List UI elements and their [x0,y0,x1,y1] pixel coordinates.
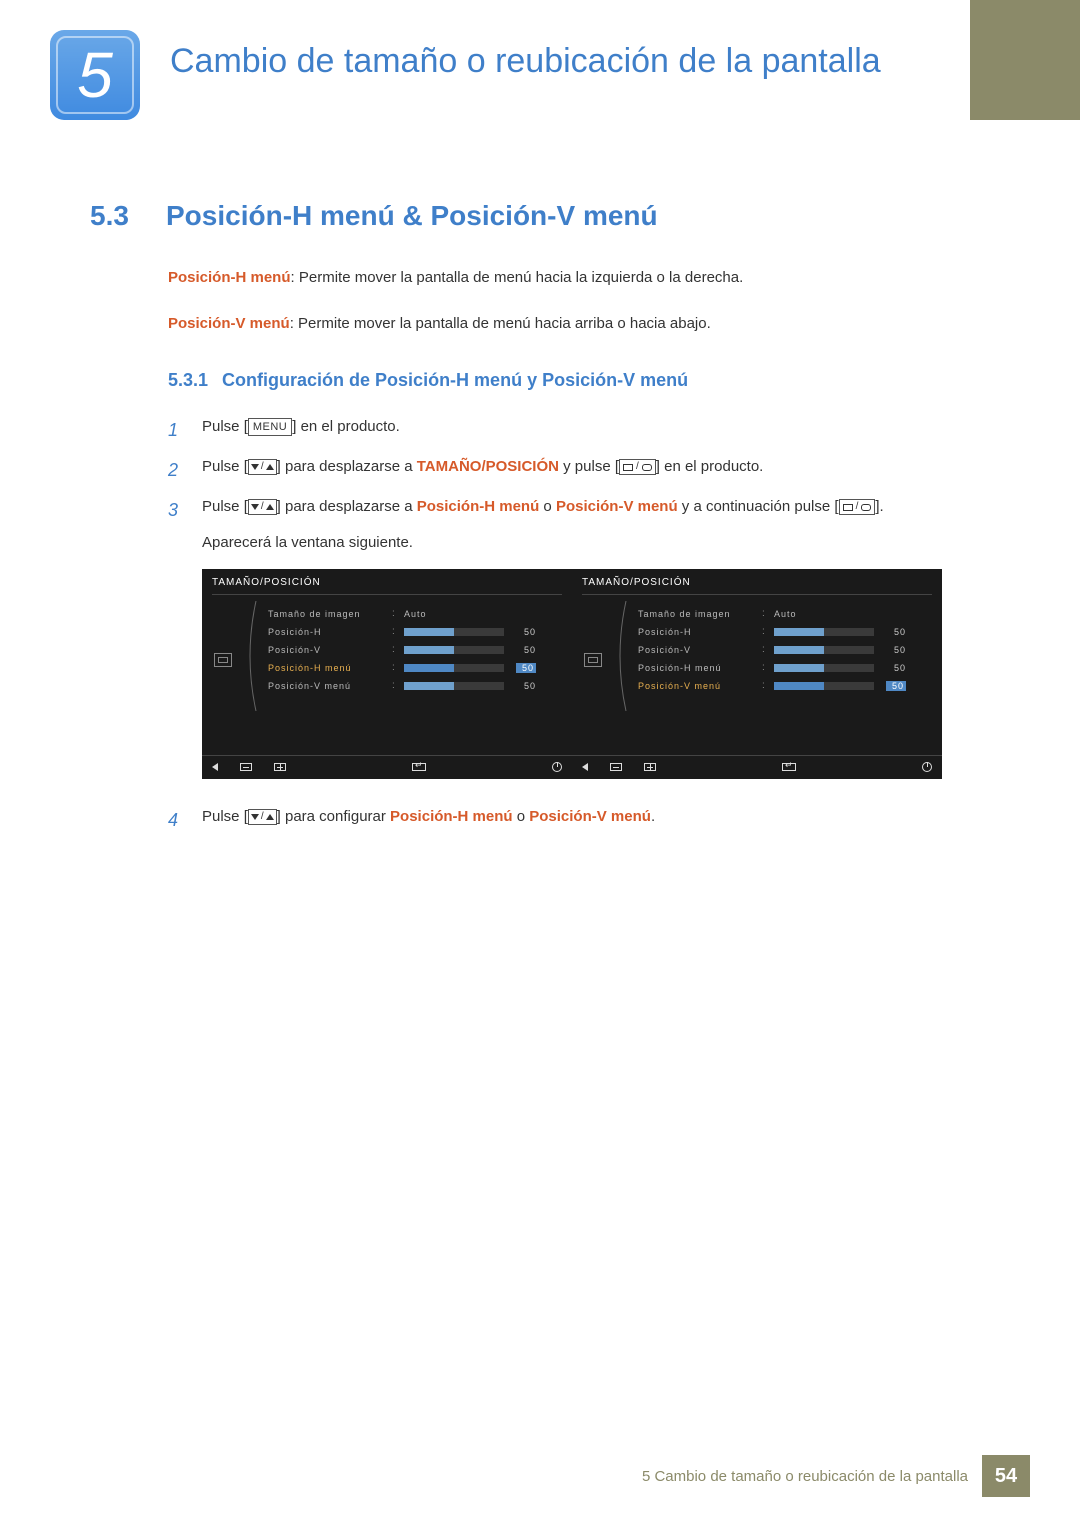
keyword: Posición-H menú [417,498,540,515]
section-title: Posición-H menú & Posición-V menú [166,200,658,232]
keyword: Posición-V menú [556,498,678,515]
step-number: 2 [168,453,186,487]
osd-row-posv: Posición-V:50 [638,641,932,659]
osd-footer-icons [202,755,572,779]
paragraph-posicion-v: Posición-V menú: Permite mover la pantal… [168,312,990,336]
minus-icon [240,763,252,771]
subsection-title: Configuración de Posición-H menú y Posic… [222,370,688,391]
keyword: Posición-H menú [390,808,513,825]
chapter-title: Cambio de tamaño o reubicación de la pan… [170,40,970,83]
step-2: 2 Pulse [/] para desplazarse a TAMAÑO/PO… [168,453,990,487]
osd-title: TAMAÑO/POSICIÓN [212,577,562,595]
page-content: 5.3 Posición-H menú & Posición-V menú Po… [0,140,1080,837]
step-1: 1 Pulse [MENU] en el producto. [168,413,990,447]
osd-footer-icons [572,755,942,779]
step-body: Pulse [/] para desplazarse a Posición-H … [202,493,990,527]
footer-chapter-ref: 5 Cambio de tamaño o reubicación de la p… [642,1468,982,1485]
step-body: Pulse [/] para desplazarse a TAMAÑO/POSI… [202,453,990,487]
subsection-heading: 5.3.1 Configuración de Posición-H menú y… [168,370,990,391]
steps-list-cont: 4 Pulse [/] para configurar Posición-H m… [168,803,990,837]
paragraph-posicion-h: Posición-H menú: Permite mover la pantal… [168,266,990,290]
osd-row-posh-menu-selected: Posición-H menú:50 [268,659,562,677]
steps-list: 1 Pulse [MENU] en el producto. 2 Pulse [… [168,413,990,528]
text: : Permite mover la pantalla de menú haci… [290,315,711,332]
up-down-key-icon: / [248,809,277,825]
enter-source-key-icon: / [619,459,656,475]
note-window-appears: Aparecerá la ventana siguiente. [202,534,990,551]
keyword: Posición-V menú [168,315,290,332]
osd-row-posv-menu: Posición-V menú:50 [268,677,562,695]
step-body: Pulse [/] para configurar Posición-H men… [202,803,990,837]
section-number: 5.3 [90,200,150,232]
osd-panel-v: TAMAÑO/POSICIÓN Tamaño de imagen:Auto Po… [572,569,942,779]
enter-source-key-icon: / [839,499,876,515]
menu-key-icon: MENU [248,418,292,436]
chapter-header: 5 Cambio de tamaño o reubicación de la p… [0,0,1080,140]
power-icon [922,762,932,772]
osd-screenshots: TAMAÑO/POSICIÓN Tamaño de imagen:Auto Po… [202,569,990,779]
enter-icon [782,763,796,771]
step-3: 3 Pulse [/] para desplazarse a Posición-… [168,493,990,527]
back-icon [212,763,218,771]
enter-icon [412,763,426,771]
page-number: 54 [982,1455,1030,1497]
text: : Permite mover la pantalla de menú haci… [291,269,744,286]
osd-panel-h: TAMAÑO/POSICIÓN Tamaño de imagen:Auto Po… [202,569,572,779]
chapter-number: 5 [77,43,113,107]
osd-title: TAMAÑO/POSICIÓN [582,577,932,595]
up-down-key-icon: / [248,459,277,475]
step-number: 1 [168,413,186,447]
step-body: Pulse [MENU] en el producto. [202,413,990,447]
header-accent-stripe [970,0,1080,120]
osd-row-posv-menu-selected: Posición-V menú:50 [638,677,932,695]
osd-row-posh-menu: Posición-H menú:50 [638,659,932,677]
osd-category-icon [212,605,234,695]
osd-row-posh: Posición-H:50 [268,623,562,641]
plus-icon [644,763,656,771]
step-number: 4 [168,803,186,837]
plus-icon [274,763,286,771]
keyword: Posición-H menú [168,269,291,286]
osd-curve-decor [242,605,260,695]
osd-curve-decor [612,605,630,695]
section-heading: 5.3 Posición-H menú & Posición-V menú [90,200,990,232]
osd-row-tamano: Tamaño de imagen:Auto [638,605,932,623]
page-footer: 5 Cambio de tamaño o reubicación de la p… [0,1455,1080,1497]
osd-row-posv: Posición-V:50 [268,641,562,659]
up-down-key-icon: / [248,499,277,515]
keyword: Posición-V menú [529,808,651,825]
keyword: TAMAÑO/POSICIÓN [417,458,559,475]
step-4: 4 Pulse [/] para configurar Posición-H m… [168,803,990,837]
osd-row-tamano: Tamaño de imagen:Auto [268,605,562,623]
minus-icon [610,763,622,771]
osd-category-icon [582,605,604,695]
step-number: 3 [168,493,186,527]
subsection-number: 5.3.1 [168,370,208,391]
osd-row-posh: Posición-H:50 [638,623,932,641]
chapter-badge: 5 [50,30,150,140]
power-icon [552,762,562,772]
back-icon [582,763,588,771]
